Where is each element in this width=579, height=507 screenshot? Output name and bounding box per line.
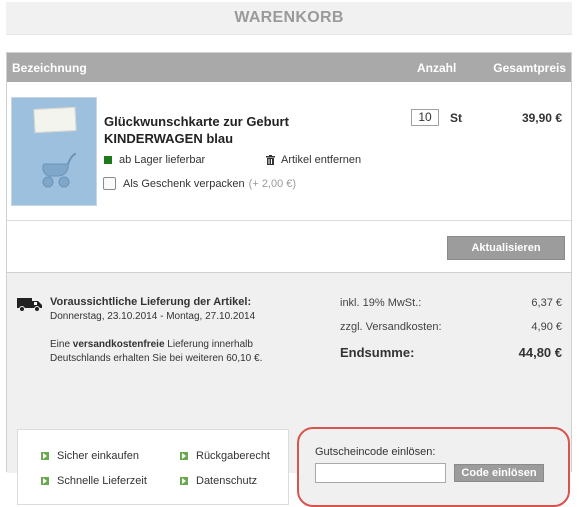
shipping-value: 4,90 € <box>531 321 562 333</box>
redeem-voucher-button[interactable]: Code einlösen <box>454 464 544 482</box>
gift-wrap-price: (+ 2,00 €) <box>248 177 297 190</box>
column-header-quantity: Anzahl <box>417 61 457 75</box>
trust-links-box: Sicher einkaufen Rückgaberecht Schnelle … <box>17 429 289 505</box>
arrow-right-icon <box>180 477 188 485</box>
free-shipping-info: Eine versandkostenfreie Lieferung innerh… <box>50 338 300 366</box>
truck-icon <box>17 298 42 312</box>
column-header-name: Bezeichnung <box>12 61 87 75</box>
stock-status-label: ab Lager lieferbar <box>119 154 206 166</box>
trash-icon <box>266 155 275 165</box>
shipping-label: zzgl. Versandkosten: <box>340 321 442 333</box>
cart-summary: Voraussichtliche Lieferung der Artikel: … <box>7 273 571 507</box>
trust-link-return-policy[interactable]: Rückgaberecht <box>180 450 270 462</box>
remove-item-label[interactable]: Artikel entfernen <box>281 154 361 166</box>
trust-link-secure-shopping[interactable]: Sicher einkaufen <box>41 450 139 462</box>
product-image[interactable] <box>11 97 97 206</box>
product-name-line1[interactable]: Glückwunschkarte zur Geburt <box>104 113 334 130</box>
free-shipping-info-post: Lieferung innerhalb <box>164 339 253 350</box>
gift-wrap-label[interactable]: Als Geschenk verpacken <box>123 178 245 190</box>
arrow-right-icon <box>41 452 49 460</box>
page-title-bar: WARENKORB <box>6 2 572 35</box>
gift-wrap-option[interactable]: Als Geschenk verpacken (+ 2,00 €) <box>103 177 296 190</box>
delivery-title: Voraussichtliche Lieferung der Artikel: <box>50 296 252 308</box>
vat-label: inkl. 19% MwSt.: <box>340 297 422 309</box>
product-name-line2[interactable]: KINDERWAGEN blau <box>104 130 334 147</box>
divider <box>7 220 571 221</box>
gift-wrap-checkbox[interactable] <box>103 177 116 190</box>
free-shipping-info-bold: versandkostenfreie <box>72 339 165 350</box>
arrow-right-icon <box>180 452 188 460</box>
trust-link-label[interactable]: Sicher einkaufen <box>57 450 139 462</box>
stock-status: ab Lager lieferbar <box>104 154 205 166</box>
free-shipping-info-line2: Deutschlands erhalten Sie bei weiteren 6… <box>50 353 263 364</box>
arrow-right-icon <box>41 477 49 485</box>
quantity-unit: St <box>450 111 462 125</box>
trust-link-fast-delivery[interactable]: Schnelle Lieferzeit <box>41 475 147 487</box>
trust-link-label[interactable]: Rückgaberecht <box>196 450 270 462</box>
update-cart-button[interactable]: Aktualisieren <box>447 236 565 260</box>
remove-item-link[interactable]: Artikel entfernen <box>266 154 361 166</box>
page-title: WARENKORB <box>234 9 344 26</box>
voucher-label: Gutscheincode einlösen: <box>315 446 436 458</box>
vat-value: 6,37 € <box>531 297 562 309</box>
item-total-price: 39,90 € <box>521 111 562 125</box>
pram-icon <box>42 153 77 188</box>
quantity-input[interactable]: 10 <box>411 109 439 126</box>
voucher-box: Gutscheincode einlösen: Code einlösen <box>297 427 570 507</box>
voucher-code-input[interactable] <box>315 463 446 483</box>
card-tag-graphic <box>33 106 77 134</box>
delivery-dates: Donnerstag, 23.10.2014 - Montag, 27.10.2… <box>50 311 256 322</box>
trust-link-label[interactable]: Datenschutz <box>196 475 257 487</box>
free-shipping-info-pre: Eine <box>50 339 73 350</box>
grand-total-value: 44,80 € <box>518 345 562 360</box>
cart-panel: Bezeichnung Anzahl Gesamtpreis Glückwuns… <box>6 52 572 507</box>
product-name[interactable]: Glückwunschkarte zur Geburt KINDERWAGEN … <box>104 113 334 147</box>
trust-link-privacy[interactable]: Datenschutz <box>180 475 257 487</box>
grand-total-label: Endsumme: <box>340 345 415 360</box>
column-header-total: Gesamtpreis <box>493 61 566 75</box>
stock-indicator-icon <box>104 156 112 164</box>
cart-table-header: Bezeichnung Anzahl Gesamtpreis <box>7 53 571 82</box>
trust-link-label[interactable]: Schnelle Lieferzeit <box>57 475 147 487</box>
